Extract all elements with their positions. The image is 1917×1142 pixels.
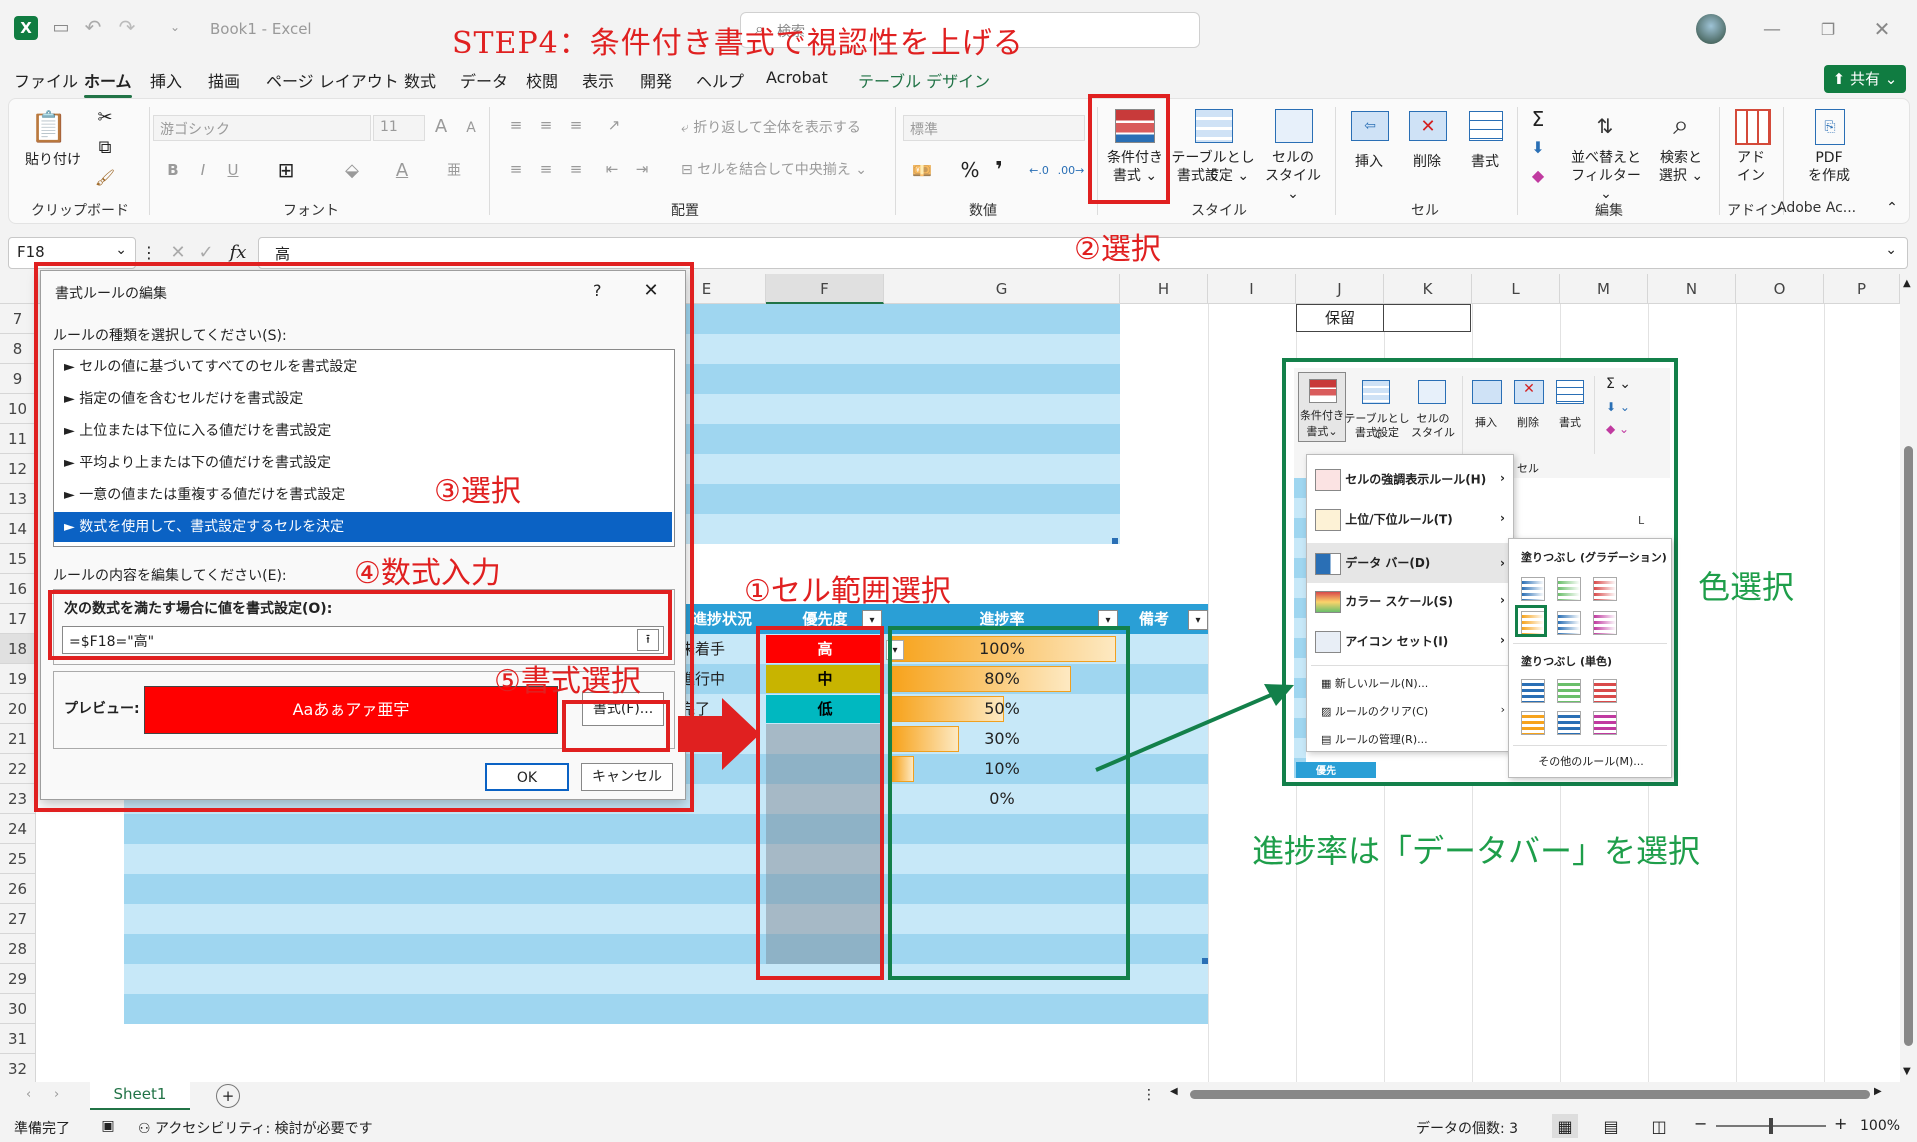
annotation-step5: ⑤書式選択 [494,664,641,699]
annotation-databar: 進捗率は「データバー」を選択 [1252,832,1701,870]
sheet-bar-menu-icon[interactable]: ⋮ [1142,1084,1156,1106]
sheet-next-icon[interactable]: › [54,1087,59,1102]
annotation-step4: ④数式入力 [354,556,501,591]
red-arrow [678,698,760,770]
annotation-step3: ③選択 [434,474,521,509]
macro-record-icon[interactable]: ▣ [98,1116,118,1136]
status-bar: 準備完了 ▣ ⚇ アクセシビリティ: 検討が必要です データの個数: 3 ▦ ▤… [0,1110,1917,1142]
horizontal-scroll-thumb[interactable] [1190,1090,1870,1099]
zoom-in-icon[interactable]: + [1834,1114,1847,1133]
page-layout-view-icon[interactable]: ▤ [1598,1114,1624,1138]
horizontal-scrollbar[interactable]: ◀ ▶ [1170,1086,1886,1102]
zoom-slider[interactable] [1716,1118,1826,1134]
sheet-prev-icon[interactable]: ‹ [26,1087,31,1102]
zoom-slider-thumb[interactable] [1769,1118,1773,1134]
add-sheet-icon[interactable]: + [216,1084,240,1108]
scroll-left-icon[interactable]: ◀ [1170,1086,1178,1097]
vertical-scroll-thumb[interactable] [1904,446,1913,1046]
scroll-down-icon[interactable]: ▼ [1903,1066,1911,1077]
scroll-up-icon[interactable]: ▲ [1903,278,1911,289]
annotation-arrows [678,684,1294,772]
sheet-tab-label: Sheet1 [113,1085,167,1103]
page-break-view-icon[interactable]: ◫ [1646,1114,1672,1138]
zoom-out-icon[interactable]: − [1694,1114,1707,1133]
normal-view-icon[interactable]: ▦ [1552,1114,1578,1138]
status-ready: 準備完了 [14,1121,70,1137]
status-count: データの個数: 3 [1416,1121,1519,1137]
annotation-step1: ①セル範囲選択 [744,574,951,609]
sheet-tab-sheet1[interactable]: Sheet1 [90,1082,190,1111]
accessibility-label: アクセシビリティ: 検討が必要です [155,1121,373,1137]
annotation-color-select: 色選択 [1698,568,1795,606]
zoom-level[interactable]: 100% [1860,1118,1900,1134]
annotation-step2: ②選択 [1074,232,1161,267]
scroll-right-icon[interactable]: ▶ [1874,1086,1882,1097]
accessibility-status[interactable]: ⚇ アクセシビリティ: 検討が必要です [138,1118,373,1138]
vertical-scrollbar[interactable]: ▲ ▼ [1900,274,1917,1082]
green-arrow [1095,690,1279,772]
sheet-tab-bar: ‹ › Sheet1 + ⋮ ◀ ▶ [0,1082,1917,1111]
